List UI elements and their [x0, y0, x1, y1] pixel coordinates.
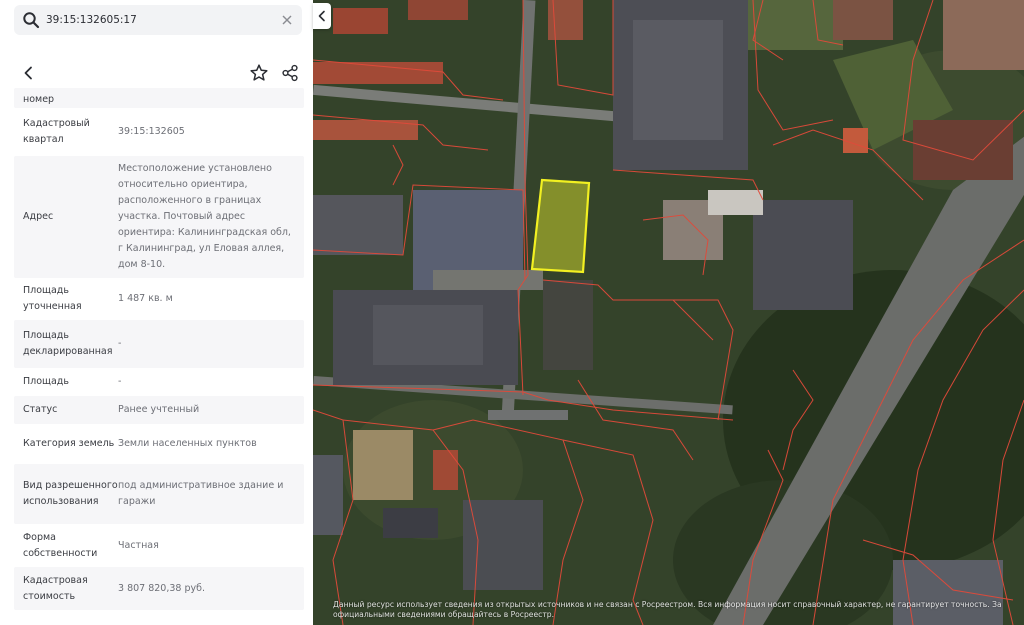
- detail-label: Форма собственности: [23, 531, 98, 559]
- selected-parcel[interactable]: [530, 178, 591, 274]
- detail-label: Категория земель: [23, 438, 115, 449]
- detail-row-permitted-use: Вид разрешенного использования под админ…: [14, 464, 304, 524]
- detail-label: номер: [23, 94, 55, 105]
- parcel-details-table: номер Кадастровый квартал 39:15:132605 А…: [14, 88, 304, 610]
- detail-label: Кадастровый квартал: [23, 118, 90, 145]
- map-canvas[interactable]: [313, 0, 1024, 625]
- map-disclaimer: Данный ресурс использует сведения из отк…: [333, 600, 1002, 619]
- detail-label: Площадь декларированная: [23, 330, 113, 357]
- detail-value: -: [118, 376, 122, 387]
- detail-value: Частная: [118, 539, 159, 551]
- detail-row-land-category: Категория земель Земли населенных пункто…: [14, 424, 304, 464]
- close-icon[interactable]: [280, 13, 294, 27]
- satellite-map[interactable]: Данный ресурс использует сведения из отк…: [313, 0, 1024, 625]
- detail-row-cadastral-quarter: Кадастровый квартал 39:15:132605: [14, 108, 304, 156]
- detail-label: Адрес: [23, 211, 54, 222]
- panel-toolbar: [14, 60, 302, 86]
- star-icon[interactable]: [249, 63, 269, 83]
- detail-value: Земли населенных пунктов: [118, 438, 257, 449]
- detail-row-area: Площадь -: [14, 368, 304, 396]
- detail-value: Местоположение установлено относительно …: [118, 163, 291, 270]
- detail-label: Кадастровая стоимость: [23, 574, 88, 602]
- parcel-info-panel: номер Кадастровый квартал 39:15:132605 А…: [0, 0, 313, 625]
- detail-row-number: номер: [14, 88, 304, 108]
- detail-row-status: Статус Ранее учтенный: [14, 396, 304, 424]
- collapse-panel-button[interactable]: [313, 3, 331, 29]
- detail-value: 1 487 кв. м: [118, 293, 173, 304]
- detail-value: Ранее учтенный: [118, 404, 200, 415]
- share-icon[interactable]: [280, 63, 300, 83]
- detail-value: 39:15:132605: [118, 126, 185, 137]
- detail-label: Вид разрешенного использования: [23, 480, 118, 507]
- detail-label: Площадь уточненная: [23, 285, 82, 312]
- detail-value: -: [118, 338, 122, 349]
- detail-row-address: Адрес Местоположение установлено относит…: [14, 156, 304, 278]
- detail-value: 3 807 820,38 руб.: [118, 582, 206, 594]
- detail-row-area-specified: Площадь уточненная 1 487 кв. м: [14, 278, 304, 320]
- chevron-left-icon: [318, 10, 325, 22]
- detail-row-cadastral-value: Кадастровая стоимость 3 807 820,38 руб.: [14, 567, 304, 610]
- detail-row-area-declared: Площадь декларированная -: [14, 320, 304, 368]
- detail-label: Площадь: [23, 376, 69, 387]
- detail-value: под административное здание и гаражи: [118, 480, 284, 507]
- detail-label: Статус: [23, 404, 58, 415]
- search-icon[interactable]: [22, 11, 40, 29]
- search-input[interactable]: [46, 14, 266, 26]
- search-bar[interactable]: [14, 5, 302, 35]
- back-button[interactable]: [20, 64, 38, 82]
- detail-row-ownership: Форма собственности Частная: [14, 524, 304, 567]
